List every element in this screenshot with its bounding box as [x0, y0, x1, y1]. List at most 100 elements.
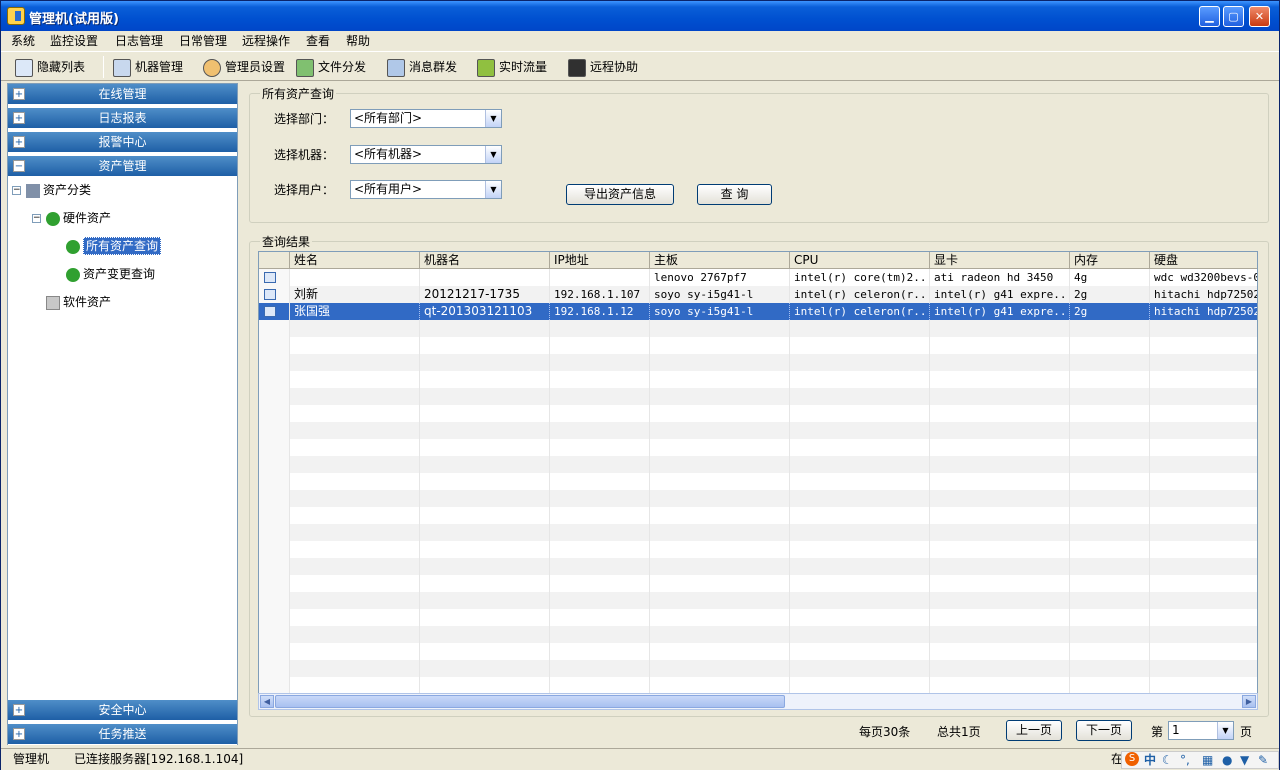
toolbar: 隐藏列表 机器管理 管理员设置 文件分发 消息群发 实时流量 远程协助 — [1, 51, 1279, 81]
tree-node-asset-category[interactable]: 资产分类 — [26, 181, 91, 199]
table-cell — [930, 320, 1070, 337]
tree-collapse-icon[interactable]: − — [32, 214, 41, 223]
list-icon — [15, 58, 33, 77]
table-cell — [420, 473, 550, 490]
punctuation-icon[interactable]: °, — [1180, 752, 1190, 768]
next-page-button[interactable]: 下一页 — [1076, 720, 1132, 741]
hide-list-button[interactable]: 隐藏列表 — [15, 57, 85, 77]
table-cell — [1150, 337, 1257, 354]
empty-table-row — [259, 337, 1257, 354]
table-cell — [650, 354, 790, 371]
table-row[interactable]: lenovo 2767pf7 intel(r) core(tm)2... ati r… — [259, 269, 1257, 286]
tree-node-hardware-assets[interactable]: 硬件资产 — [46, 209, 111, 227]
page-select[interactable]: 1 ▼ — [1168, 721, 1234, 740]
menu-system[interactable]: 系统 — [11, 32, 35, 49]
close-button[interactable]: ✕ — [1249, 6, 1270, 27]
user-icon[interactable]: ● — [1222, 752, 1232, 768]
column-header[interactable]: 主板 — [650, 252, 790, 269]
horizontal-scrollbar[interactable]: ◀ ▶ — [258, 693, 1258, 710]
table-cell: 张国强 — [290, 303, 420, 320]
row-gutter — [259, 626, 290, 643]
table-cell — [290, 371, 420, 388]
minimize-button[interactable]: ▁ — [1199, 6, 1220, 27]
table-cell — [420, 320, 550, 337]
machine-management-button[interactable]: 机器管理 — [113, 57, 183, 77]
table-cell — [290, 677, 420, 694]
table-cell — [1150, 541, 1257, 558]
table-cell — [790, 405, 930, 422]
title-bar[interactable]: 管理机(试用版) ▁ ▢ ✕ — [1, 1, 1279, 31]
section-online-management[interactable]: + 在线管理 — [8, 84, 237, 105]
tree-collapse-icon[interactable]: − — [12, 186, 21, 195]
column-header[interactable]: 显卡 — [930, 252, 1070, 269]
column-header[interactable]: 机器名 — [420, 252, 550, 269]
menu-monitor-settings[interactable]: 监控设置 — [50, 32, 98, 49]
user-select[interactable]: <所有用户> ▼ — [350, 180, 502, 199]
table-cell — [650, 558, 790, 575]
realtime-traffic-button[interactable]: 实时流量 — [477, 57, 547, 77]
scroll-right-icon[interactable]: ▶ — [1242, 695, 1256, 708]
menu-log-management[interactable]: 日志管理 — [115, 32, 163, 49]
column-header[interactable]: IP地址 — [550, 252, 650, 269]
section-asset-management[interactable]: − 资产管理 — [8, 156, 237, 177]
export-assets-button[interactable]: 导出资产信息 — [566, 184, 674, 205]
table-cell — [420, 524, 550, 541]
section-security-center[interactable]: + 安全中心 — [8, 700, 237, 721]
table-cell — [290, 660, 420, 677]
ime-mode[interactable]: 中 — [1144, 752, 1156, 768]
table-cell — [1070, 371, 1150, 388]
maximize-button[interactable]: ▢ — [1223, 6, 1244, 27]
table-cell — [1150, 592, 1257, 609]
tree-node-asset-change-query[interactable]: 资产变更查询 — [66, 265, 155, 283]
tree-node-software-assets[interactable]: 软件资产 — [46, 293, 111, 311]
column-header[interactable]: CPU — [790, 252, 930, 269]
table-cell — [650, 660, 790, 677]
menu-help[interactable]: 帮助 — [346, 32, 370, 49]
message-broadcast-button[interactable]: 消息群发 — [387, 57, 457, 77]
file-distribution-button[interactable]: 文件分发 — [296, 57, 366, 77]
table-row[interactable]: 张国强 qt-201303121103 192.168.1.12 soyo sy-i5… — [259, 303, 1257, 320]
table-row[interactable]: 刘新 20121217-1735 192.168.1.107 soyo sy-i5g4… — [259, 286, 1257, 303]
remote-assist-button[interactable]: 远程协助 — [568, 57, 638, 77]
menu-view[interactable]: 查看 — [306, 32, 330, 49]
row-gutter — [259, 354, 290, 371]
menu-remote-operation[interactable]: 远程操作 — [242, 32, 290, 49]
section-task-push[interactable]: + 任务推送 — [8, 724, 237, 745]
table-cell — [550, 422, 650, 439]
machine-select[interactable]: <所有机器> ▼ — [350, 145, 502, 164]
empty-table-row — [259, 490, 1257, 507]
tree-label: 软件资产 — [63, 295, 112, 309]
table-cell — [420, 354, 550, 371]
table-cell — [1070, 320, 1150, 337]
table-cell: hitachi hdp725025 — [1150, 303, 1257, 320]
table-cell — [420, 439, 550, 456]
ime-toolbar[interactable]: S 中 ☾ °, ▦ ● ▼ ✎ — [1121, 751, 1279, 769]
scroll-left-icon[interactable]: ◀ — [260, 695, 274, 708]
row-gutter — [259, 320, 290, 337]
dept-select[interactable]: <所有部门> ▼ — [350, 109, 502, 128]
table-cell — [290, 626, 420, 643]
results-table[interactable]: 姓名 机器名 IP地址 主板 CPU 显卡 内存 硬盘 lenovo 2767p… — [258, 251, 1258, 709]
keyboard-icon[interactable]: ▦ — [1202, 752, 1213, 768]
column-header[interactable]: 硬盘 — [1150, 252, 1257, 269]
monitor-icon — [568, 58, 586, 77]
tools-icon[interactable]: ✎ — [1258, 752, 1268, 768]
section-log-reports[interactable]: + 日志报表 — [8, 108, 237, 129]
admin-settings-button[interactable]: 管理员设置 — [203, 57, 285, 77]
table-cell — [550, 490, 650, 507]
row-gutter — [259, 405, 290, 422]
moon-icon[interactable]: ☾ — [1162, 752, 1173, 768]
prev-page-button[interactable]: 上一页 — [1006, 720, 1062, 741]
table-cell — [930, 524, 1070, 541]
column-header[interactable]: 姓名 — [290, 252, 420, 269]
row-gutter — [259, 422, 290, 439]
query-button[interactable]: 查 询 — [697, 184, 772, 205]
column-header[interactable]: 内存 — [1070, 252, 1150, 269]
section-alarm-center[interactable]: + 报警中心 — [8, 132, 237, 153]
scrollbar-thumb[interactable] — [275, 695, 785, 708]
table-cell: intel(r) g41 expre... — [930, 286, 1070, 303]
table-cell — [290, 320, 420, 337]
tree-node-all-asset-query[interactable]: 所有资产查询 — [66, 237, 162, 255]
menu-daily-management[interactable]: 日常管理 — [179, 32, 227, 49]
skin-icon[interactable]: ▼ — [1240, 752, 1249, 768]
